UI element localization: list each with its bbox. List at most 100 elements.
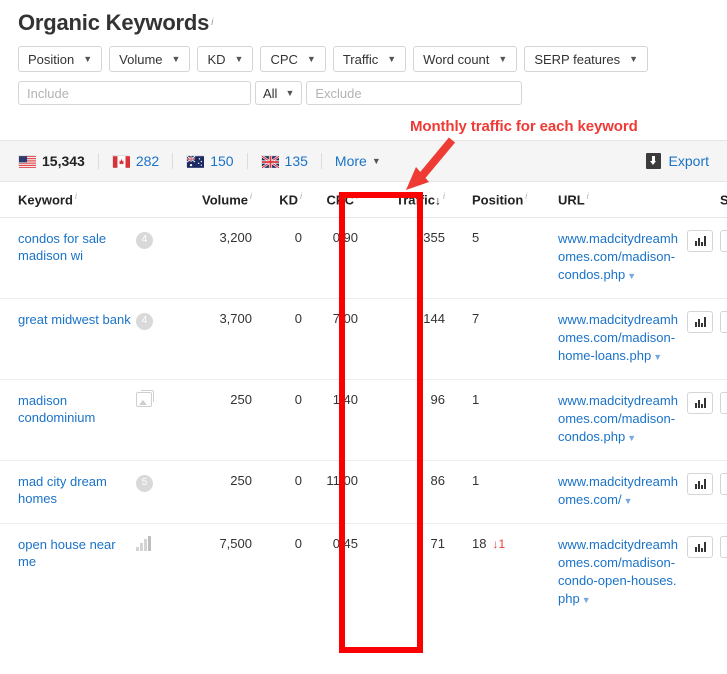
annotation-text: Monthly traffic for each keyword [410, 118, 638, 135]
url-link[interactable]: www.madcitydreamhomes.com/madison-condos… [558, 231, 678, 282]
column-header-url[interactable]: URL i [558, 182, 680, 219]
column-header-position[interactable]: Position i [464, 182, 558, 219]
more-countries-button[interactable]: More ▼ [322, 153, 381, 169]
position-value: 1 [472, 392, 480, 408]
filter-position-button[interactable]: Position ▼ [18, 46, 103, 72]
url-link[interactable]: www.madcitydreamhomes.com/madison-condo-… [558, 537, 678, 606]
cell-volume: 250 [184, 379, 260, 462]
traffic-chart-button[interactable] [687, 536, 713, 559]
url-link[interactable]: www.madcitydreamhomes.com/madison-condos… [558, 393, 678, 444]
cell-traffic: 86 [366, 460, 464, 525]
filter-word-count-button[interactable]: Word count ▼ [413, 46, 518, 72]
chevron-down-icon[interactable]: ▼ [653, 352, 662, 362]
chevron-down-icon: ▼ [234, 53, 244, 64]
keyword-link[interactable]: condos for sale madison wi [18, 230, 136, 264]
keyword-link[interactable]: madison condominium [18, 392, 136, 426]
cell-chart [680, 298, 720, 381]
keyword-link[interactable]: open house near me [18, 536, 136, 570]
serp-dropdown-button[interactable]: SERP ▼ [720, 473, 727, 496]
traffic-chart-button[interactable] [687, 392, 713, 415]
column-header-volume[interactable]: Volume i [184, 182, 260, 219]
position-value: 7 [472, 311, 480, 327]
serp-feature-count-badge[interactable]: 4 [136, 312, 153, 330]
table-row: condos for sale madison wi 4 3,200 0 0.9… [0, 217, 727, 300]
cell-cpc: 11.00 [310, 460, 366, 525]
column-header-kd[interactable]: KD i [260, 182, 310, 219]
cell-traffic: 71 [430, 536, 445, 552]
us-flag-icon [18, 155, 36, 168]
traffic-chart-button[interactable] [687, 230, 713, 253]
cell-chart [680, 524, 720, 623]
column-header-keyword[interactable]: Keyword i [0, 182, 136, 219]
export-label: Export [668, 153, 709, 169]
serp-dropdown-button[interactable]: SERP ▼ [720, 230, 727, 253]
chevron-down-icon[interactable]: ▼ [627, 271, 636, 281]
info-icon[interactable]: i [356, 191, 358, 201]
chevron-down-icon: ▼ [629, 53, 639, 64]
keyword-link[interactable]: mad city dream homes [18, 473, 136, 507]
serp-feature-count-badge[interactable]: 4 [136, 231, 153, 249]
filter-traffic-button[interactable]: Traffic ▼ [332, 46, 407, 72]
info-icon[interactable]: i [443, 191, 445, 201]
cell-keyword: madison condominium [0, 379, 136, 462]
chevron-down-icon: ▼ [387, 53, 397, 64]
column-header-serp[interactable]: SERPi [720, 182, 727, 219]
chevron-down-icon[interactable]: ▼ [627, 433, 636, 443]
filter-cpc-button[interactable]: CPC ▼ [260, 46, 326, 72]
cell-volume: 3,700 [184, 298, 260, 381]
url-link[interactable]: www.madcitydreamhomes.com/ [558, 474, 678, 507]
country-tab-uk[interactable]: 135 [248, 152, 321, 170]
traffic-chart-button[interactable] [687, 311, 713, 334]
info-icon[interactable]: i [525, 191, 527, 201]
exclude-input[interactable] [306, 81, 523, 105]
column-header-cpc[interactable]: CPC i [310, 182, 366, 219]
filter-serp-features-button[interactable]: SERP features ▼ [524, 46, 649, 72]
serp-dropdown-button[interactable]: SERP ▼ [720, 311, 727, 334]
sort-descending-icon[interactable]: ↓ [435, 193, 441, 207]
serp-dropdown-button[interactable]: SERP ▼ [720, 392, 727, 415]
serp-dropdown-button[interactable]: SERP ▼ [720, 536, 727, 559]
keyword-link[interactable]: great midwest bank [18, 311, 136, 328]
cell-serp: SERP ▼ [720, 460, 727, 525]
chevron-down-icon: ▼ [285, 87, 295, 98]
filter-cpc-label: CPC [270, 51, 298, 67]
country-tab-ca[interactable]: 282 [99, 152, 172, 170]
cell-keyword: great midwest bank [0, 298, 136, 381]
column-label-volume: Volume [202, 192, 248, 208]
country-count-us: 15,343 [42, 153, 85, 169]
traffic-chart-button[interactable] [687, 473, 713, 496]
match-mode-select[interactable]: All ▼ [255, 81, 303, 105]
info-icon[interactable]: i [75, 191, 77, 201]
top-stories-badge-icon[interactable] [136, 536, 151, 552]
uk-flag-icon [260, 155, 280, 169]
column-header-traffic[interactable]: Traffic↓ i [366, 182, 464, 219]
info-icon[interactable]: i [250, 191, 252, 201]
cell-traffic: 355 [366, 217, 464, 300]
filter-volume-button[interactable]: Volume ▼ [109, 46, 191, 72]
info-icon[interactable]: i [587, 191, 589, 201]
info-icon[interactable]: i [300, 191, 302, 201]
include-input[interactable] [18, 81, 251, 105]
column-label-kd: KD [279, 192, 298, 208]
cell-traffic: 96 [366, 379, 464, 462]
title-info-icon[interactable]: i [211, 17, 213, 28]
cell-volume: 250 [184, 460, 260, 525]
cell-badge: 5 [136, 460, 184, 525]
filter-word-count-label: Word count [423, 51, 490, 67]
chevron-down-icon[interactable]: ▼ [582, 595, 591, 605]
cell-url: www.madcitydreamhomes.com/madison-condo-… [558, 524, 680, 623]
cell-kd: 0 [260, 217, 310, 300]
chevron-down-icon[interactable]: ▼ [624, 496, 633, 506]
country-tab-au[interactable]: 150 [173, 152, 246, 170]
cell-badge: 4 [136, 217, 184, 300]
export-button[interactable]: Export [645, 153, 709, 169]
table-body: condos for sale madison wi 4 3,200 0 0.9… [0, 217, 727, 623]
cell-chart [680, 460, 720, 525]
cell-volume: 3,200 [184, 217, 260, 300]
country-tab-us[interactable]: 15,343 [18, 152, 98, 170]
filter-kd-button[interactable]: KD ▼ [197, 46, 254, 72]
filter-traffic-label: Traffic [342, 51, 379, 67]
image-pack-badge-icon[interactable] [136, 390, 154, 408]
table-header-row: Keyword i Volume i KD i CPC i Traffic↓ i Posi… [0, 182, 727, 219]
serp-feature-count-badge[interactable]: 5 [136, 474, 153, 492]
